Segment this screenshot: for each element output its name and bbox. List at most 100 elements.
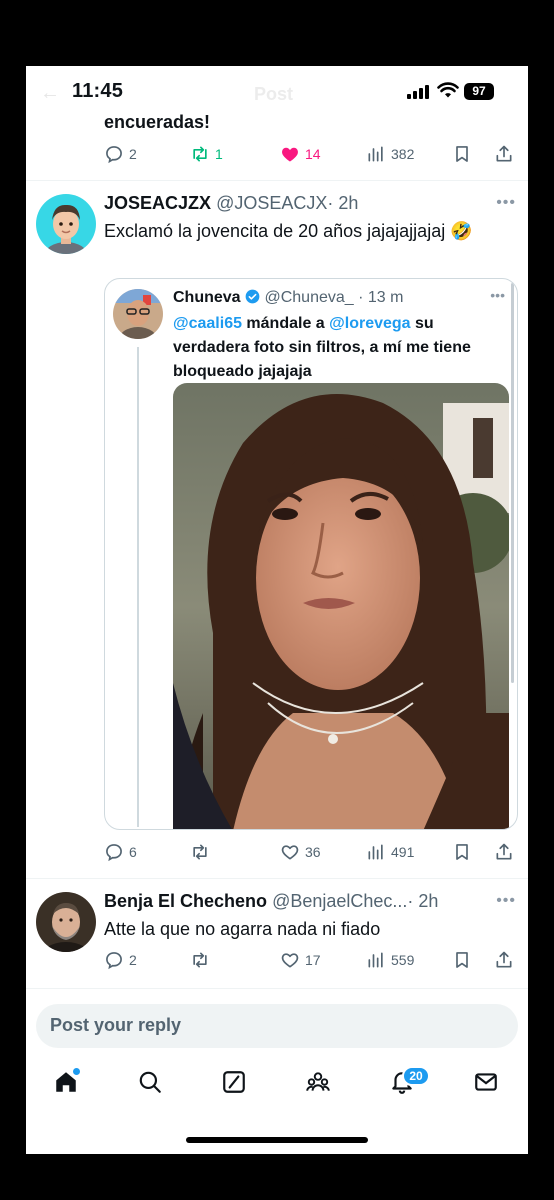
retweet-icon bbox=[193, 844, 207, 860]
quoted-more-options-icon[interactable]: ••• bbox=[490, 287, 505, 303]
clock: 11:45 bbox=[72, 80, 124, 102]
share-icon bbox=[496, 145, 512, 162]
phone-screen: ← Post 11:45 97 encueradas! 2 1 14 382 J… bbox=[26, 66, 528, 1154]
share-icon bbox=[496, 951, 512, 968]
quoted-tweet-text: @caali65 mándale a @lorevega su verdader… bbox=[173, 312, 507, 384]
status-bar: ← Post 11:45 97 bbox=[26, 66, 528, 118]
tweet-text: Atte la que no agarra nada ni fiado bbox=[104, 919, 381, 939]
reply-button[interactable]: 2 bbox=[104, 142, 137, 166]
mention-link[interactable]: @caali65 bbox=[173, 315, 242, 332]
views-button[interactable]: 491 bbox=[366, 840, 414, 864]
share-button[interactable] bbox=[494, 840, 514, 864]
divider bbox=[26, 180, 528, 181]
like-button[interactable]: 14 bbox=[280, 142, 321, 166]
messages-icon bbox=[475, 1073, 497, 1091]
like-button[interactable]: 17 bbox=[280, 948, 321, 972]
tweet-actions: 2 17 559 bbox=[104, 948, 514, 972]
like-button[interactable]: 36 bbox=[280, 840, 321, 864]
tab-communities[interactable] bbox=[298, 1062, 338, 1102]
heart-icon bbox=[281, 953, 299, 968]
back-arrow-icon[interactable]: ← bbox=[40, 82, 60, 105]
more-options-icon[interactable]: ••• bbox=[496, 194, 516, 212]
tweet-header: JOSEACJZX @JOSEACJX· 2h bbox=[104, 193, 444, 214]
quoted-tweet[interactable]: Chuneva @Chuneva_ · 13 m ••• @caali65 má… bbox=[104, 278, 518, 830]
views-icon bbox=[368, 952, 383, 968]
share-button[interactable] bbox=[494, 948, 514, 972]
divider bbox=[26, 988, 528, 989]
mention-link[interactable]: @lorevega bbox=[329, 315, 410, 332]
quote-scrollbar[interactable] bbox=[511, 283, 514, 683]
timestamp: · 2h bbox=[327, 193, 359, 213]
retweet-button[interactable] bbox=[190, 948, 215, 972]
tab-grok[interactable] bbox=[214, 1062, 254, 1102]
quoted-timestamp: · 13 m bbox=[358, 289, 404, 306]
views-icon bbox=[368, 146, 383, 162]
avatar-bearded-man-icon bbox=[36, 892, 96, 952]
more-options-icon[interactable]: ••• bbox=[496, 892, 516, 910]
previous-tweet-text: encueradas! bbox=[104, 112, 211, 132]
tweet-text: Exclamó la jovencita de 20 años jajajajj… bbox=[104, 221, 473, 241]
tweet-actions: 6 36 491 bbox=[104, 840, 514, 864]
quoted-handle[interactable]: @Chuneva_ bbox=[264, 289, 353, 306]
retweet-icon bbox=[193, 952, 207, 968]
reply-button[interactable]: 6 bbox=[104, 840, 137, 864]
notifications-badge: 20 bbox=[402, 1066, 430, 1086]
quoted-photo[interactable] bbox=[173, 383, 509, 829]
share-button[interactable] bbox=[494, 142, 514, 166]
tab-home[interactable] bbox=[46, 1062, 86, 1102]
avatar-3d-boy-icon bbox=[36, 194, 96, 254]
views-icon bbox=[368, 844, 383, 860]
header-title: Post bbox=[254, 84, 294, 104]
handle[interactable]: @JOSEACJX bbox=[216, 193, 327, 213]
view-count: 559 bbox=[391, 952, 415, 968]
avatar-man-glasses-icon bbox=[113, 289, 163, 339]
timestamp: · 2h bbox=[407, 891, 439, 911]
battery-indicator: 97 bbox=[464, 83, 494, 100]
thread-line bbox=[137, 347, 139, 827]
avatar-chuneva[interactable] bbox=[113, 289, 163, 339]
communities-icon bbox=[306, 1072, 330, 1091]
tab-messages[interactable] bbox=[466, 1062, 506, 1102]
retweet-button[interactable]: 1 bbox=[190, 142, 223, 166]
retweet-icon bbox=[193, 146, 207, 162]
divider bbox=[26, 878, 528, 879]
retweet-button[interactable] bbox=[190, 840, 215, 864]
bookmark-icon bbox=[456, 844, 468, 860]
views-button[interactable]: 559 bbox=[366, 948, 414, 972]
verified-icon bbox=[245, 289, 260, 304]
reply-icon bbox=[106, 844, 122, 862]
avatar-joseacjzx[interactable] bbox=[36, 194, 96, 254]
bookmark-button[interactable] bbox=[452, 840, 472, 864]
bookmark-button[interactable] bbox=[452, 948, 472, 972]
view-count: 491 bbox=[391, 844, 415, 860]
bottom-tab-bar bbox=[26, 1062, 528, 1112]
heart-icon bbox=[282, 147, 298, 162]
views-button[interactable]: 382 bbox=[366, 142, 414, 166]
view-count: 382 bbox=[391, 146, 415, 162]
quoted-display-name[interactable]: Chuneva bbox=[173, 289, 241, 306]
reply-count: 6 bbox=[129, 844, 137, 860]
previous-tweet-actions: 2 1 14 382 bbox=[104, 142, 514, 166]
bookmark-icon bbox=[456, 952, 468, 968]
search-icon bbox=[139, 1071, 161, 1093]
avatar-benja[interactable] bbox=[36, 892, 96, 952]
woman-portrait-image bbox=[173, 383, 509, 829]
like-count: 14 bbox=[305, 146, 321, 162]
share-icon bbox=[496, 843, 512, 860]
handle[interactable]: @BenjaelChec... bbox=[272, 891, 407, 911]
display-name[interactable]: JOSEACJZX bbox=[104, 193, 211, 213]
home-unread-dot bbox=[73, 1068, 80, 1075]
reply-input[interactable]: Post your reply bbox=[36, 1004, 518, 1048]
grok-icon bbox=[223, 1071, 245, 1093]
reply-button[interactable]: 2 bbox=[104, 948, 137, 972]
tab-search[interactable] bbox=[130, 1062, 170, 1102]
display-name[interactable]: Benja El Checheno bbox=[104, 891, 267, 911]
retweet-count: 1 bbox=[215, 146, 223, 162]
like-count: 36 bbox=[305, 844, 321, 860]
wifi-icon bbox=[437, 82, 459, 98]
reply-icon bbox=[106, 952, 122, 970]
like-count: 17 bbox=[305, 952, 321, 968]
tweet-header: Benja El Checheno @BenjaelChec...· 2h bbox=[104, 891, 484, 912]
bookmark-button[interactable] bbox=[452, 142, 472, 166]
home-indicator[interactable] bbox=[186, 1137, 368, 1143]
